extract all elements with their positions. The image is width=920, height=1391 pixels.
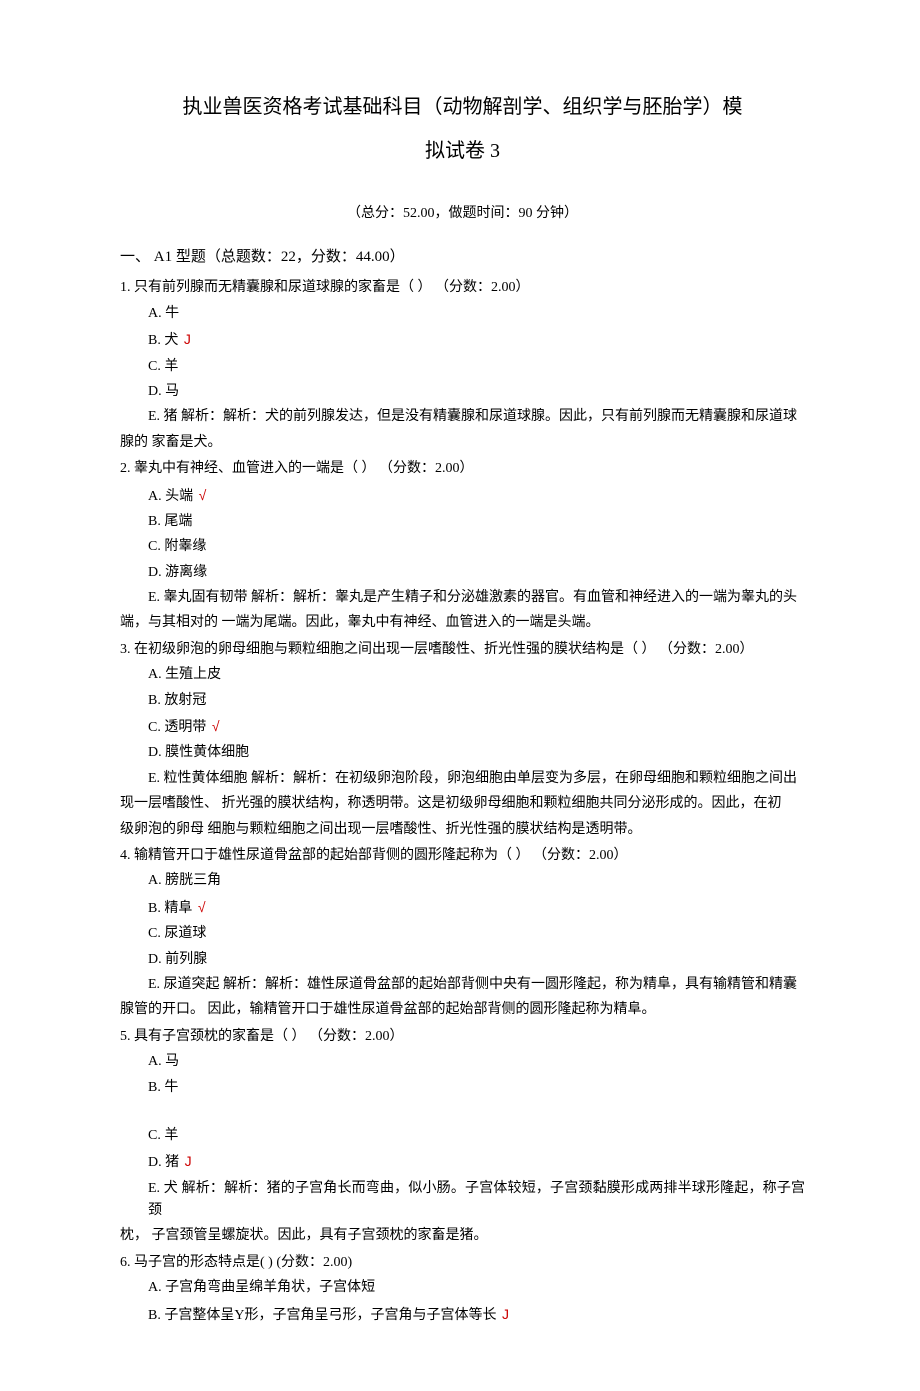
- explanation-cont: 枕， 子宫颈管呈螺旋状。因此，具有子宫颈枕的家畜是猪。: [120, 1225, 805, 1247]
- option: D. 猪 J: [120, 1150, 805, 1174]
- question-stem: 6. 马子宫的形态特点是( ) (分数：2.00): [120, 1252, 805, 1274]
- question-1: 1. 只有前列腺而无精囊腺和尿道球腺的家畜是（ ） （分数：2.00）A. 牛 …: [120, 277, 805, 454]
- option: C. 附睾缘: [120, 536, 805, 558]
- correct-mark-icon: J: [502, 1306, 509, 1322]
- explanation-cont: 现一层嗜酸性、 折光强的膜状结构，称透明带。这是初级卵母细胞和颗粒细胞共同分泌形…: [120, 793, 805, 815]
- option: D. 前列腺: [120, 949, 805, 971]
- questions-container: 1. 只有前列腺而无精囊腺和尿道球腺的家畜是（ ） （分数：2.00）A. 牛 …: [120, 277, 805, 1327]
- question-stem: 2. 睾丸中有神经、血管进入的一端是（ ） （分数：2.00）: [120, 458, 805, 480]
- option: A. 膀胱三角: [120, 870, 805, 892]
- option: A. 生殖上皮: [120, 664, 805, 686]
- section-header: 一、 A1 型题（总题数：22，分数：44.00）: [120, 245, 805, 269]
- option: D. 膜性黄体细胞: [120, 742, 805, 764]
- option: C. 尿道球: [120, 923, 805, 945]
- question-2: 2. 睾丸中有神经、血管进入的一端是（ ） （分数：2.00） A. 头端 √ B.…: [120, 458, 805, 635]
- explanation: E. 睾丸固有韧带 解析：解析：睾丸是产生精子和分泌雄激素的器官。有血管和神经进…: [120, 587, 805, 609]
- option: A. 马: [120, 1051, 805, 1073]
- option: A. 子宫角弯曲呈绵羊角状，子宫体短: [120, 1277, 805, 1299]
- option: B. 尾端: [120, 511, 805, 533]
- option: C. 羊: [120, 356, 805, 378]
- option: D. 游离缘: [120, 562, 805, 584]
- option: B. 精阜 √: [120, 896, 805, 920]
- question-stem: 4. 输精管开口于雄性尿道骨盆部的起始部背侧的圆形隆起称为（ ） （分数：2.0…: [120, 845, 805, 867]
- correct-mark-icon: √: [212, 718, 220, 734]
- question-stem: 3. 在初级卵泡的卵母细胞与颗粒细胞之间出现一层嗜酸性、折光性强的膜状结构是（ …: [120, 639, 805, 661]
- question-stem: 5. 具有子宫颈枕的家畜是（ ） （分数：2.00）: [120, 1026, 805, 1048]
- question-4: 4. 输精管开口于雄性尿道骨盆部的起始部背侧的圆形隆起称为（ ） （分数：2.0…: [120, 845, 805, 1022]
- title-line-2: 拟试卷 3: [120, 129, 805, 173]
- exam-meta: （总分：52.00，做题时间：90 分钟）: [120, 203, 805, 225]
- question-3: 3. 在初级卵泡的卵母细胞与颗粒细胞之间出现一层嗜酸性、折光性强的膜状结构是（ …: [120, 639, 805, 841]
- question-6: 6. 马子宫的形态特点是( ) (分数：2.00) A. 子宫角弯曲呈绵羊角状，子…: [120, 1252, 805, 1327]
- page-title: 执业兽医资格考试基础科目（动物解剖学、组织学与胚胎学）模 拟试卷 3: [120, 85, 805, 173]
- option: C. 羊: [120, 1125, 805, 1147]
- option: A. 头端 √: [120, 484, 805, 508]
- explanation: E. 猪 解析：解析：犬的前列腺发达，但是没有精囊腺和尿道球腺。因此，只有前列腺…: [120, 406, 805, 428]
- explanation: E. 粒性黄体细胞 解析：解析：在初级卵泡阶段，卵泡细胞由单层变为多层，在卵母细…: [120, 768, 805, 790]
- spacer: [120, 1102, 805, 1122]
- option: C. 透明带 √: [120, 715, 805, 739]
- correct-mark-icon: J: [185, 1153, 192, 1169]
- explanation: E. 犬 解析：解析：猪的子宫角长而弯曲，似小肠。子宫体较短，子宫颈黏膜形成两排…: [120, 1178, 805, 1223]
- option: B. 子宫整体呈Y形，子宫角呈弓形，子宫角与子宫体等长 J: [120, 1303, 805, 1327]
- title-line-1: 执业兽医资格考试基础科目（动物解剖学、组织学与胚胎学）模: [120, 85, 805, 129]
- explanation-cont: 级卵泡的卵母 细胞与颗粒细胞之间出现一层嗜酸性、折光性强的膜状结构是透明带。: [120, 819, 805, 841]
- option: B. 犬 J: [120, 328, 805, 352]
- option: B. 牛: [120, 1077, 805, 1099]
- option: D. 马: [120, 381, 805, 403]
- question-stem: 1. 只有前列腺而无精囊腺和尿道球腺的家畜是（ ） （分数：2.00）: [120, 277, 805, 299]
- correct-mark-icon: √: [199, 487, 207, 503]
- correct-mark-icon: J: [184, 331, 191, 347]
- explanation-cont: 腺管的开口。 因此，输精管开口于雄性尿道骨盆部的起始部背侧的圆形隆起称为精阜。: [120, 999, 805, 1021]
- explanation: E. 尿道突起 解析：解析：雄性尿道骨盆部的起始部背侧中央有一圆形隆起，称为精阜…: [120, 974, 805, 996]
- option: B. 放射冠: [120, 690, 805, 712]
- explanation-cont: 腺的 家畜是犬。: [120, 432, 805, 454]
- correct-mark-icon: √: [198, 899, 206, 915]
- question-5: 5. 具有子宫颈枕的家畜是（ ） （分数：2.00） A. 马 B. 牛 C. 羊…: [120, 1026, 805, 1248]
- option: A. 牛: [120, 303, 805, 325]
- explanation-cont: 端，与其相对的 一端为尾端。因此，睾丸中有神经、血管进入的一端是头端。: [120, 612, 805, 634]
